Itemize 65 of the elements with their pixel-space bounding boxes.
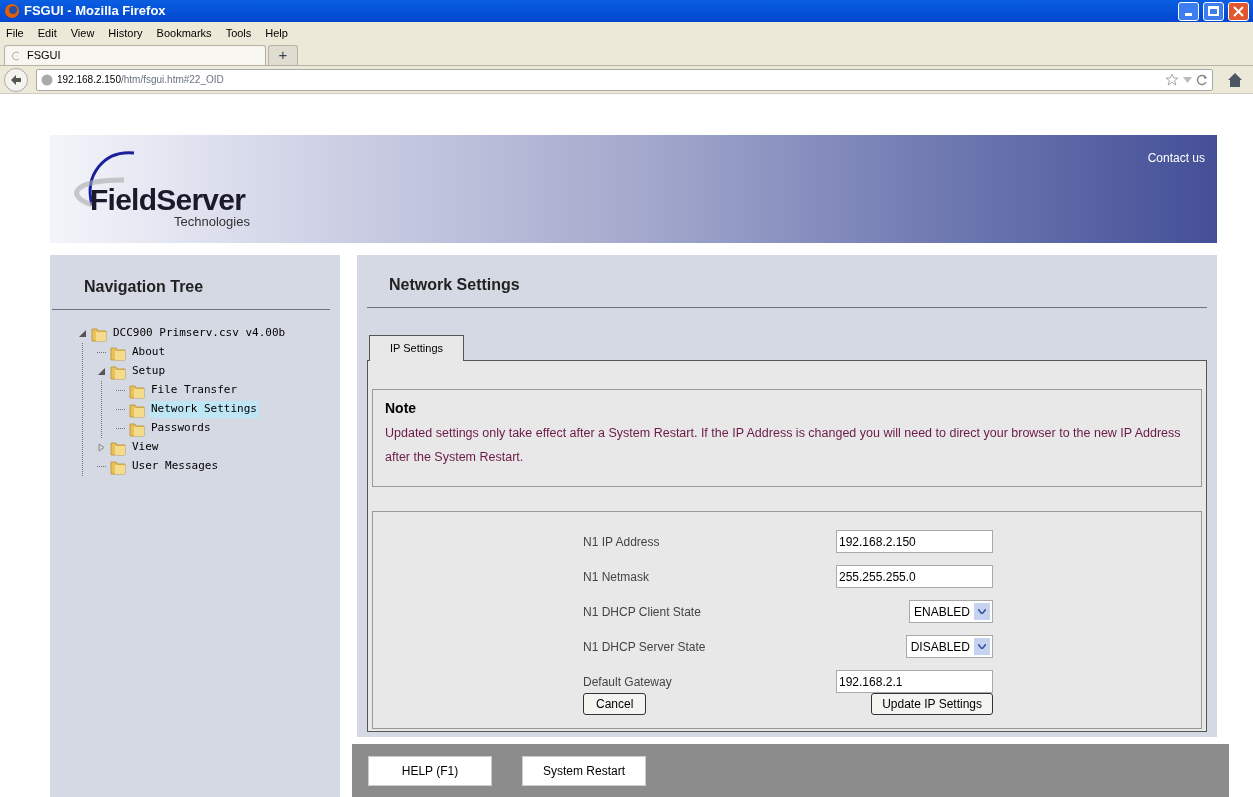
tree-item[interactable]: User Messages xyxy=(130,458,221,475)
field-label: N1 Netmask xyxy=(583,568,651,586)
address-field[interactable]: 192.168.2.150/htm/fsgui.htm#22_OID xyxy=(36,68,1213,91)
logo-subtitle: Technologies xyxy=(174,215,250,228)
text-field[interactable]: 192.168.2.150 xyxy=(836,530,993,553)
folder-icon xyxy=(129,382,145,399)
minimize-button[interactable] xyxy=(1178,1,1199,21)
folder-icon xyxy=(110,458,126,475)
reload-icon[interactable] xyxy=(1196,73,1208,86)
folder-icon xyxy=(129,420,145,437)
tree-item[interactable]: About xyxy=(130,344,168,361)
menu-item[interactable]: Help xyxy=(265,24,288,42)
field-label: N1 DHCP Server State xyxy=(583,638,707,656)
text-field[interactable]: 255.255.255.0 xyxy=(836,565,993,588)
contact-link[interactable]: Contact us xyxy=(1147,149,1205,243)
window-title: FSGUI - Mozilla Firefox xyxy=(24,2,167,21)
settings-tab[interactable]: IP Settings xyxy=(369,335,464,361)
folder-icon xyxy=(91,325,107,342)
tree-item[interactable]: Network Settings xyxy=(149,401,259,418)
tree-item[interactable]: Setup xyxy=(130,363,168,380)
browser-tab[interactable]: FSGUI xyxy=(4,45,266,65)
globe-icon xyxy=(41,73,53,86)
dropdown[interactable]: ENABLED xyxy=(908,600,993,623)
menu-item[interactable]: Edit xyxy=(37,24,57,42)
loading-icon xyxy=(11,50,21,61)
footer-button[interactable]: System Restart xyxy=(522,755,646,786)
dropdown[interactable]: DISABLED xyxy=(905,635,993,658)
field-label: Default Gateway xyxy=(583,673,673,691)
note-text: Updated settings only take effect after a System Restart. If the IP Address is changed you will need to direct your browser to the new IP Address after the System Restart. xyxy=(385,425,1182,466)
browser-logo-icon xyxy=(4,3,20,19)
menu-item[interactable]: View xyxy=(70,24,95,42)
maximize-button[interactable] xyxy=(1203,1,1224,21)
folder-icon xyxy=(129,401,145,418)
tree-item[interactable]: Passwords xyxy=(149,420,213,437)
note-title: Note xyxy=(385,399,418,418)
expanded-arrow-icon[interactable] xyxy=(78,329,87,338)
menu-item[interactable]: Bookmarks xyxy=(156,24,212,42)
cancel-button[interactable]: Cancel xyxy=(583,693,647,715)
folder-icon xyxy=(110,344,126,361)
field-label: N1 IP Address xyxy=(583,533,661,551)
home-icon[interactable] xyxy=(1227,71,1243,88)
text-field[interactable]: 192.168.2.1 xyxy=(836,670,993,693)
caret-icon xyxy=(978,609,986,614)
close-button[interactable] xyxy=(1228,1,1249,21)
close-icon xyxy=(1233,5,1244,17)
main-title: Network Settings xyxy=(367,273,1207,308)
folder-icon xyxy=(110,363,126,380)
new-tab-button[interactable]: + xyxy=(268,45,298,65)
expanded-arrow-icon[interactable] xyxy=(97,367,106,376)
folder-icon xyxy=(110,439,126,456)
back-button[interactable] xyxy=(4,67,28,92)
update-button[interactable]: Update IP Settings xyxy=(871,693,993,715)
back-arrow-icon xyxy=(10,73,22,86)
logo-text: FieldServer xyxy=(90,185,247,215)
caret-icon xyxy=(978,644,986,649)
sidebar-title: Navigation Tree xyxy=(52,275,330,310)
star-icon[interactable] xyxy=(1165,72,1179,87)
tree-item[interactable]: File Transfer xyxy=(149,382,240,399)
tree-item[interactable]: DCC900 Primserv.csv v4.00b xyxy=(111,325,288,342)
field-label: N1 DHCP Client State xyxy=(583,603,702,621)
menu-item[interactable]: History xyxy=(108,24,143,42)
footer-button[interactable]: HELP (F1) xyxy=(368,755,492,786)
tree-item[interactable]: View xyxy=(130,439,161,456)
menu-item[interactable]: Tools xyxy=(225,24,252,42)
menu-item[interactable]: File xyxy=(6,24,24,42)
